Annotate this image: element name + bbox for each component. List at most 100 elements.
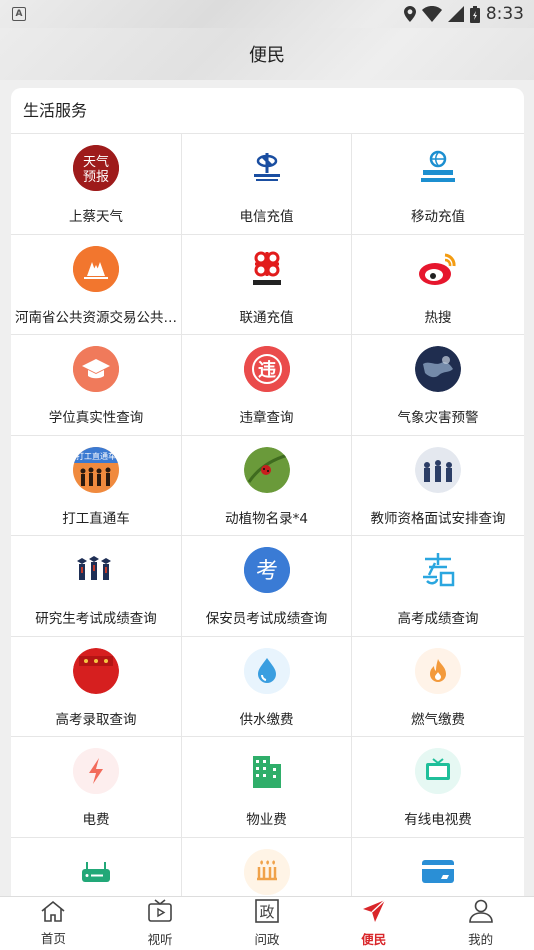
service-item-card[interactable] (352, 838, 524, 897)
service-label: 联通充值 (239, 309, 294, 326)
signal-icon (447, 6, 464, 22)
service-item-postgrad-score[interactable]: 研究生考试成绩查询 (11, 536, 182, 637)
service-label: 电信充值 (239, 209, 294, 225)
water-drop-icon (243, 647, 290, 694)
bottom-tab-bar: 首页 视听 政 问政 便民 我的 (0, 896, 534, 950)
service-item-security-guard-exam[interactable]: 考 保安员考试成绩查询 (182, 536, 352, 637)
tab-services[interactable]: 便民 (334, 899, 414, 948)
services-grid: 天气 预报 上蔡天气 电信充值 移动充值 河南省公共资源交易公共… 联通充值 热… (11, 134, 524, 896)
service-label: 违章查询 (239, 410, 294, 426)
service-label: 有线电视费 (404, 812, 472, 828)
trees-icon (73, 245, 119, 292)
video-icon (147, 899, 173, 927)
politics-icon: 政 (254, 899, 280, 927)
graduation-cap-icon (73, 346, 119, 392)
service-item-gaokao-score[interactable]: 高考成绩查询 (352, 536, 524, 637)
router-icon (73, 849, 119, 895)
tab-label: 问政 (254, 932, 280, 947)
send-icon (361, 899, 387, 927)
service-label: 移动充值 (411, 209, 465, 225)
service-item-property-fee[interactable]: 物业费 (182, 737, 352, 838)
china-unicom-icon (244, 246, 290, 292)
service-item-weather-warning[interactable]: 气象灾害预警 (352, 335, 524, 436)
service-item-heating[interactable] (182, 837, 352, 896)
service-item-water-fee[interactable]: 供水缴费 (182, 636, 352, 737)
svg-text:天气: 天气 (83, 154, 109, 170)
admission-icon (73, 647, 119, 694)
service-label: 供水缴费 (239, 711, 294, 728)
service-label: 学位真实性查询 (48, 410, 144, 426)
battery-icon (469, 5, 480, 23)
tab-politics[interactable]: 政 问政 (227, 899, 307, 948)
service-item-resource-trading[interactable]: 河南省公共资源交易公共… (11, 234, 182, 335)
page-header: 便民 (0, 28, 534, 80)
flame-icon (415, 647, 461, 694)
tab-home[interactable]: 首页 (13, 900, 93, 947)
service-label: 保安员考试成绩查询 (205, 611, 328, 627)
service-item-teacher-interview[interactable]: 教师资格面试安排查询 (352, 436, 524, 536)
svg-text:违: 违 (258, 359, 276, 381)
lightning-icon (73, 748, 119, 794)
service-item-degree[interactable]: 学位真实性查询 (11, 335, 182, 436)
exam-icon: 考 (243, 547, 290, 593)
service-item-unicom[interactable]: 联通充值 (182, 234, 352, 335)
tab-video[interactable]: 视听 (120, 899, 200, 948)
service-label: 气象灾害预警 (397, 410, 479, 426)
china-mobile-icon (415, 145, 461, 191)
satellite-icon (415, 346, 461, 392)
service-label: 打工直通车 (62, 510, 130, 527)
wifi-icon (421, 6, 442, 22)
service-label: 高考录取查询 (55, 711, 137, 728)
gaokao-icon (415, 547, 461, 593)
service-label: 上蔡天气 (69, 209, 123, 225)
services-card: 生活服务 天气 预报 上蔡天气 电信充值 移动充值 河南省公共资源交易公共… 联… (11, 88, 524, 896)
graduates-icon (73, 547, 119, 593)
tab-label: 首页 (40, 931, 66, 946)
service-item-gaokao-admission[interactable]: 高考录取查询 (11, 636, 182, 737)
service-label: 教师资格面试安排查询 (370, 510, 506, 527)
service-label: 动植物名录*4 (225, 510, 308, 527)
service-label: 研究生考试成绩查询 (35, 611, 157, 627)
svg-text:考: 考 (255, 559, 277, 584)
weather-icon: 天气 预报 (73, 145, 119, 191)
heater-icon (243, 848, 290, 895)
home-icon (40, 900, 66, 926)
svg-text:政: 政 (259, 903, 274, 921)
status-bar: A 8:33 (0, 0, 534, 28)
ladybug-leaf-icon (243, 446, 290, 493)
service-label: 电费 (82, 812, 110, 828)
teachers-icon (415, 446, 461, 493)
user-icon (468, 899, 494, 927)
service-label: 燃气缴费 (411, 711, 465, 728)
building-icon (244, 748, 290, 794)
section-title: 生活服务 (11, 88, 524, 134)
service-label: 河南省公共资源交易公共… (15, 309, 177, 326)
tab-label: 便民 (361, 932, 387, 947)
service-item-species[interactable]: 动植物名录*4 (182, 435, 352, 536)
tab-label: 视听 (147, 932, 173, 947)
service-label: 物业费 (246, 812, 287, 828)
service-item-mobile[interactable]: 移动充值 (352, 134, 524, 235)
notification-icon: A (12, 7, 26, 21)
violation-icon: 违 (243, 346, 290, 392)
clock-time: 8:33 (485, 4, 524, 24)
tv-icon (415, 748, 461, 794)
china-telecom-icon (244, 145, 290, 191)
service-label: 高考成绩查询 (397, 611, 479, 627)
service-item-gas-fee[interactable]: 燃气缴费 (352, 637, 524, 737)
weibo-icon (415, 246, 461, 292)
service-item-electricity[interactable]: 电费 (11, 737, 182, 838)
svg-text:打工直通车: 打工直通车 (76, 451, 116, 461)
service-item-violation[interactable]: 违 违章查询 (182, 335, 352, 436)
service-item-broadband[interactable] (11, 837, 182, 896)
page-title: 便民 (249, 45, 285, 66)
service-item-hot-search[interactable]: 热搜 (352, 235, 524, 335)
service-item-telecom[interactable]: 电信充值 (182, 134, 352, 235)
service-item-worker-express[interactable]: 打工直通车 打工直通车 (11, 435, 182, 536)
tab-label: 我的 (468, 932, 494, 947)
tab-profile[interactable]: 我的 (441, 899, 521, 948)
service-label: 热搜 (424, 309, 452, 326)
service-item-cable-tv[interactable]: 有线电视费 (352, 737, 524, 838)
service-item-weather[interactable]: 天气 预报 上蔡天气 (11, 134, 182, 235)
location-icon (403, 6, 416, 22)
